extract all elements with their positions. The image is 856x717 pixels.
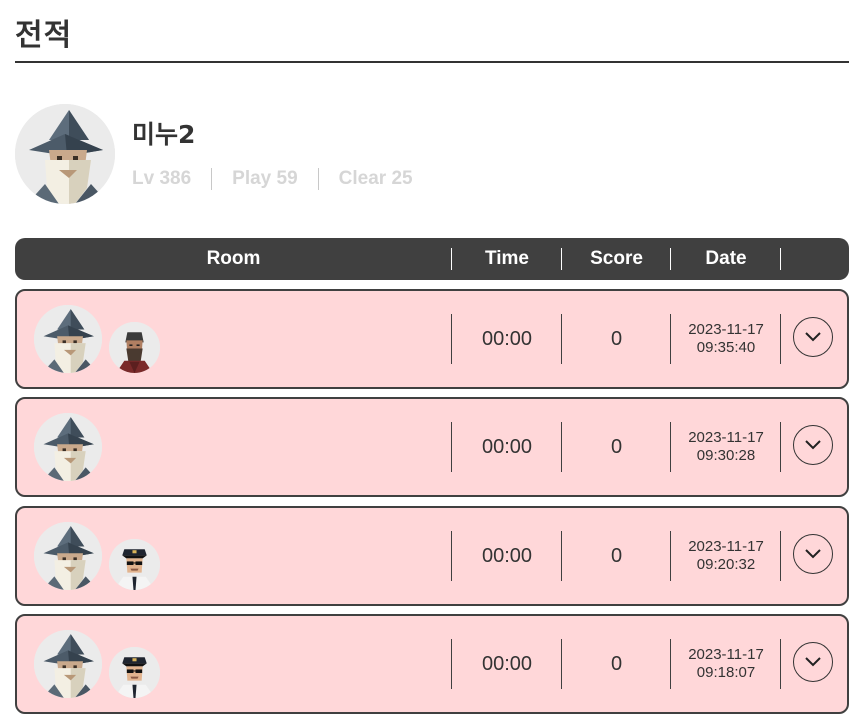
stat-divider — [317, 168, 319, 190]
time-cell: 00:00 — [481, 435, 533, 458]
profile-avatar — [15, 104, 115, 204]
date-cell: 2023-11-17 09:30:28 — [671, 399, 781, 495]
expand-row-button[interactable] — [793, 317, 833, 357]
date-cell: 2023-11-17 09:18:07 — [671, 616, 781, 712]
police-officer-avatar-icon — [109, 539, 160, 590]
wizard-avatar-icon — [34, 630, 102, 698]
wizard-avatar-icon — [34, 413, 102, 481]
clock-text: 09:30:28 — [696, 447, 756, 464]
player-avatar — [34, 413, 102, 481]
date-text: 2023-11-17 — [688, 646, 764, 663]
cell-divider — [780, 422, 781, 472]
date-cell: 2023-11-17 09:35:40 — [671, 291, 781, 387]
header-score: Score — [590, 248, 643, 269]
profile-name: 미누2 — [132, 120, 196, 149]
table-row: 00:00 0 2023-11-17 09:18:07 — [15, 614, 849, 714]
player-avatar — [34, 630, 102, 698]
chevron-down-icon — [805, 440, 821, 450]
cell-divider — [780, 639, 781, 689]
bearded-man-avatar-icon — [109, 322, 160, 373]
expand-row-button[interactable] — [793, 642, 833, 682]
companion-avatar — [109, 322, 160, 373]
score-cell: 0 — [610, 327, 623, 350]
cell-divider — [780, 531, 781, 581]
play-stat: Play 59 — [232, 168, 298, 189]
time-cell: 00:00 — [481, 544, 533, 567]
level-stat: Lv 386 — [132, 168, 192, 189]
header-divider — [780, 248, 781, 270]
clock-text: 09:20:32 — [696, 556, 756, 573]
police-officer-avatar-icon — [109, 647, 160, 698]
time-cell: 00:00 — [481, 327, 533, 350]
chevron-down-icon — [805, 332, 821, 342]
score-cell: 0 — [610, 544, 623, 567]
expand-row-button[interactable] — [793, 425, 833, 465]
score-cell: 0 — [610, 652, 623, 675]
date-text: 2023-11-17 — [688, 429, 764, 446]
clock-text: 09:35:40 — [696, 339, 756, 356]
wizard-avatar-icon — [34, 305, 102, 373]
profile-stats: Lv 386 Play 59 Clear 25 — [132, 168, 413, 190]
date-cell: 2023-11-17 09:20:32 — [671, 508, 781, 604]
expand-row-button[interactable] — [793, 534, 833, 574]
chevron-down-icon — [805, 657, 821, 667]
wizard-avatar-icon — [15, 104, 115, 204]
time-cell: 00:00 — [481, 652, 533, 675]
title-divider — [15, 61, 849, 63]
date-text: 2023-11-17 — [688, 321, 764, 338]
header-room: Room — [206, 248, 261, 269]
header-date: Date — [705, 248, 747, 269]
companion-avatar — [109, 539, 160, 590]
table-row: 00:00 0 2023-11-17 09:20:32 — [15, 506, 849, 606]
table-row: 00:00 0 2023-11-17 09:35:40 — [15, 289, 849, 389]
clear-stat: Clear 25 — [338, 168, 413, 189]
clock-text: 09:18:07 — [696, 664, 756, 681]
stat-divider — [211, 168, 213, 190]
cell-divider — [780, 314, 781, 364]
wizard-avatar-icon — [34, 522, 102, 590]
score-cell: 0 — [610, 435, 623, 458]
date-text: 2023-11-17 — [688, 538, 764, 555]
companion-avatar — [109, 647, 160, 698]
player-avatar — [34, 522, 102, 590]
player-avatar — [34, 305, 102, 373]
header-time: Time — [484, 248, 529, 269]
table-header: Room Time Score Date — [15, 238, 849, 280]
page-title: 전적 — [15, 18, 73, 53]
table-row: 00:00 0 2023-11-17 09:30:28 — [15, 397, 849, 497]
chevron-down-icon — [805, 549, 821, 559]
